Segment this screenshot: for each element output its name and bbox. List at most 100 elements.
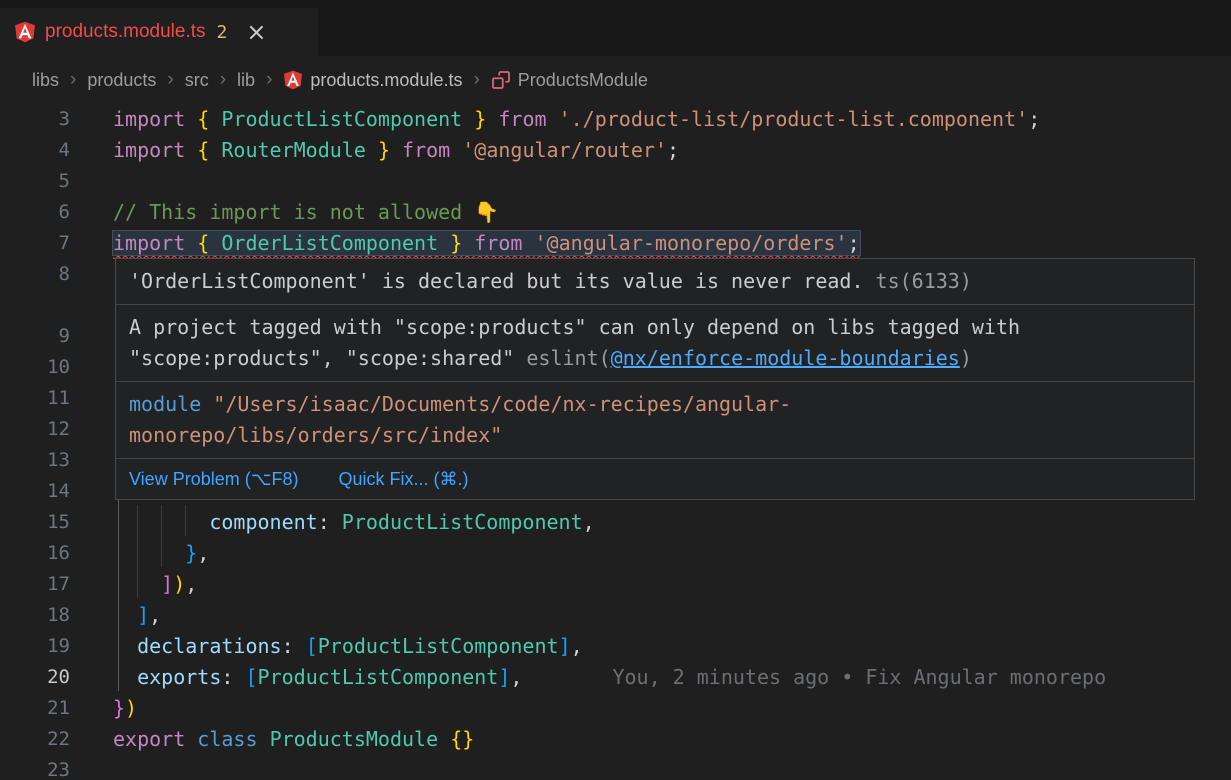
- code-line-16[interactable]: 16 },: [0, 538, 1231, 569]
- code-line-5[interactable]: 5: [0, 166, 1231, 197]
- token-pun: [185, 107, 197, 131]
- module-path-line2: monorepo/libs/orders/src/index": [129, 420, 1181, 451]
- code-content: ],: [70, 600, 161, 631]
- token-b1: {: [197, 138, 209, 162]
- token-pun: ,: [571, 634, 583, 658]
- token-kw: from: [474, 231, 522, 255]
- token-pun: [113, 665, 137, 689]
- token-var: exports: [137, 665, 221, 689]
- code-line-19[interactable]: 19 declarations: [ProductListComponent],: [0, 631, 1231, 662]
- token-kw: import: [113, 107, 185, 131]
- line-number[interactable]: 9: [0, 321, 70, 352]
- code-line-20[interactable]: 20 exports: [ProductListComponent],You, …: [0, 662, 1231, 693]
- code-line-6[interactable]: 6// This import is not allowed 👇: [0, 197, 1231, 228]
- ts-diagnostic-message: 'OrderListComponent' is declared but its…: [129, 266, 1181, 297]
- code-line-21[interactable]: 21}): [0, 693, 1231, 724]
- chevron-right-icon: ›: [265, 69, 273, 91]
- token-cls: ProductListComponent: [258, 665, 499, 689]
- line-number[interactable]: 20: [0, 662, 70, 693]
- token-cls: RouterModule: [221, 138, 366, 162]
- breadcrumb-item-symbol[interactable]: ProductsModule: [491, 70, 648, 91]
- code-line-15[interactable]: 15 component: ProductListComponent,: [0, 507, 1231, 538]
- code-line-23[interactable]: 23: [0, 755, 1231, 780]
- line-number[interactable]: 3: [0, 104, 70, 135]
- token-str: '@angular-monorepo/orders': [535, 231, 848, 255]
- token-b3: [: [306, 634, 318, 658]
- code-line-18[interactable]: 18 ],: [0, 600, 1231, 631]
- token-pun: [462, 107, 474, 131]
- line-number[interactable]: 10: [0, 352, 70, 383]
- line-number[interactable]: 14: [0, 476, 70, 507]
- code-line-7[interactable]: 7 import { OrderListComponent } from '@an…: [0, 228, 1231, 259]
- code-line-22[interactable]: 22export class ProductsModule {}: [0, 724, 1231, 755]
- error-highlight: import { OrderListComponent } from '@ang…: [113, 231, 860, 255]
- token-pun: [522, 231, 534, 255]
- breadcrumb-item-file[interactable]: products.module.ts: [283, 70, 462, 91]
- line-number[interactable]: 6: [0, 197, 70, 228]
- code-line-17[interactable]: 17 ]),: [0, 569, 1231, 600]
- line-number[interactable]: 17: [0, 569, 70, 600]
- hover-actions: View Problem (⌥F8) Quick Fix... (⌘.): [116, 459, 1194, 499]
- close-icon[interactable]: ×: [246, 20, 266, 44]
- token-txt: 'OrderListComponent' is declared but its…: [129, 269, 864, 293]
- token-pun: [185, 231, 197, 255]
- line-number[interactable]: 19: [0, 631, 70, 662]
- view-problem-action[interactable]: View Problem (⌥F8): [129, 465, 298, 493]
- token-kw: import: [113, 231, 185, 255]
- quick-fix-action[interactable]: Quick Fix... (⌘.): [338, 465, 468, 493]
- token-txt: A project tagged with "scope:products" c…: [129, 315, 1020, 339]
- tab-problems-badge: 2: [217, 22, 228, 43]
- token-pun: [486, 107, 498, 131]
- line-number[interactable]: 13: [0, 445, 70, 476]
- line-number[interactable]: 8: [0, 259, 70, 321]
- line-number[interactable]: 15: [0, 507, 70, 538]
- code-line-3[interactable]: 3import { ProductListComponent } from '.…: [0, 104, 1231, 135]
- token-pun: [462, 231, 474, 255]
- breadcrumb-file-label: products.module.ts: [310, 70, 462, 91]
- breadcrumb-item-libs[interactable]: libs: [32, 70, 59, 91]
- breadcrumb-symbol-label: ProductsModule: [518, 70, 648, 91]
- code-content: [70, 383, 113, 414]
- token-cls: ProductListComponent: [342, 510, 583, 534]
- token-b1: }: [474, 107, 486, 131]
- token-cls: ProductListComponent: [221, 107, 462, 131]
- line-number[interactable]: 5: [0, 166, 70, 197]
- code-content: ]),: [70, 569, 197, 600]
- code-line-4[interactable]: 4import { RouterModule } from '@angular/…: [0, 135, 1231, 166]
- line-number[interactable]: 4: [0, 135, 70, 166]
- tab-products-module[interactable]: products.module.ts 2 ×: [0, 8, 318, 56]
- line-number[interactable]: 7: [0, 228, 70, 259]
- code-editor: 3 import { ProductListComponent } from '.…: [0, 104, 1231, 780]
- token-pun: [113, 572, 161, 596]
- token-pun: [209, 231, 221, 255]
- chevron-right-icon: ›: [69, 69, 77, 91]
- line-number[interactable]: 18: [0, 600, 70, 631]
- token-b1: {: [450, 727, 462, 751]
- breadcrumb-item-lib[interactable]: lib: [237, 70, 255, 91]
- token-dim: ts(6133): [864, 269, 972, 293]
- token-pun: [113, 510, 209, 534]
- angular-logo-icon: [283, 70, 303, 90]
- token-b1: }: [462, 727, 474, 751]
- breadcrumb-item-src[interactable]: src: [185, 70, 209, 91]
- token-pun: ;: [667, 138, 679, 162]
- token-pun: [366, 138, 378, 162]
- code-content: [70, 414, 113, 445]
- hover-section-typescript: 'OrderListComponent' is declared but its…: [116, 259, 1194, 305]
- tab-bar: products.module.ts 2 ×: [0, 0, 1231, 56]
- line-number[interactable]: 11: [0, 383, 70, 414]
- line-number[interactable]: 21: [0, 693, 70, 724]
- token-str: './product-list/product-list.component': [559, 107, 1029, 131]
- line-number[interactable]: 12: [0, 414, 70, 445]
- breadcrumb-item-products[interactable]: products: [87, 70, 156, 91]
- token-b3: [: [245, 665, 257, 689]
- tab-title: products.module.ts: [45, 21, 206, 43]
- angular-logo-icon: [14, 21, 36, 43]
- token-pun: [185, 138, 197, 162]
- line-number[interactable]: 22: [0, 724, 70, 755]
- eslint-rule-link[interactable]: @nx/enforce-module-boundaries: [611, 346, 960, 370]
- line-number[interactable]: 23: [0, 755, 70, 780]
- code-content: import { RouterModule } from '@angular/r…: [70, 135, 679, 166]
- token-b1: {: [197, 231, 209, 255]
- line-number[interactable]: 16: [0, 538, 70, 569]
